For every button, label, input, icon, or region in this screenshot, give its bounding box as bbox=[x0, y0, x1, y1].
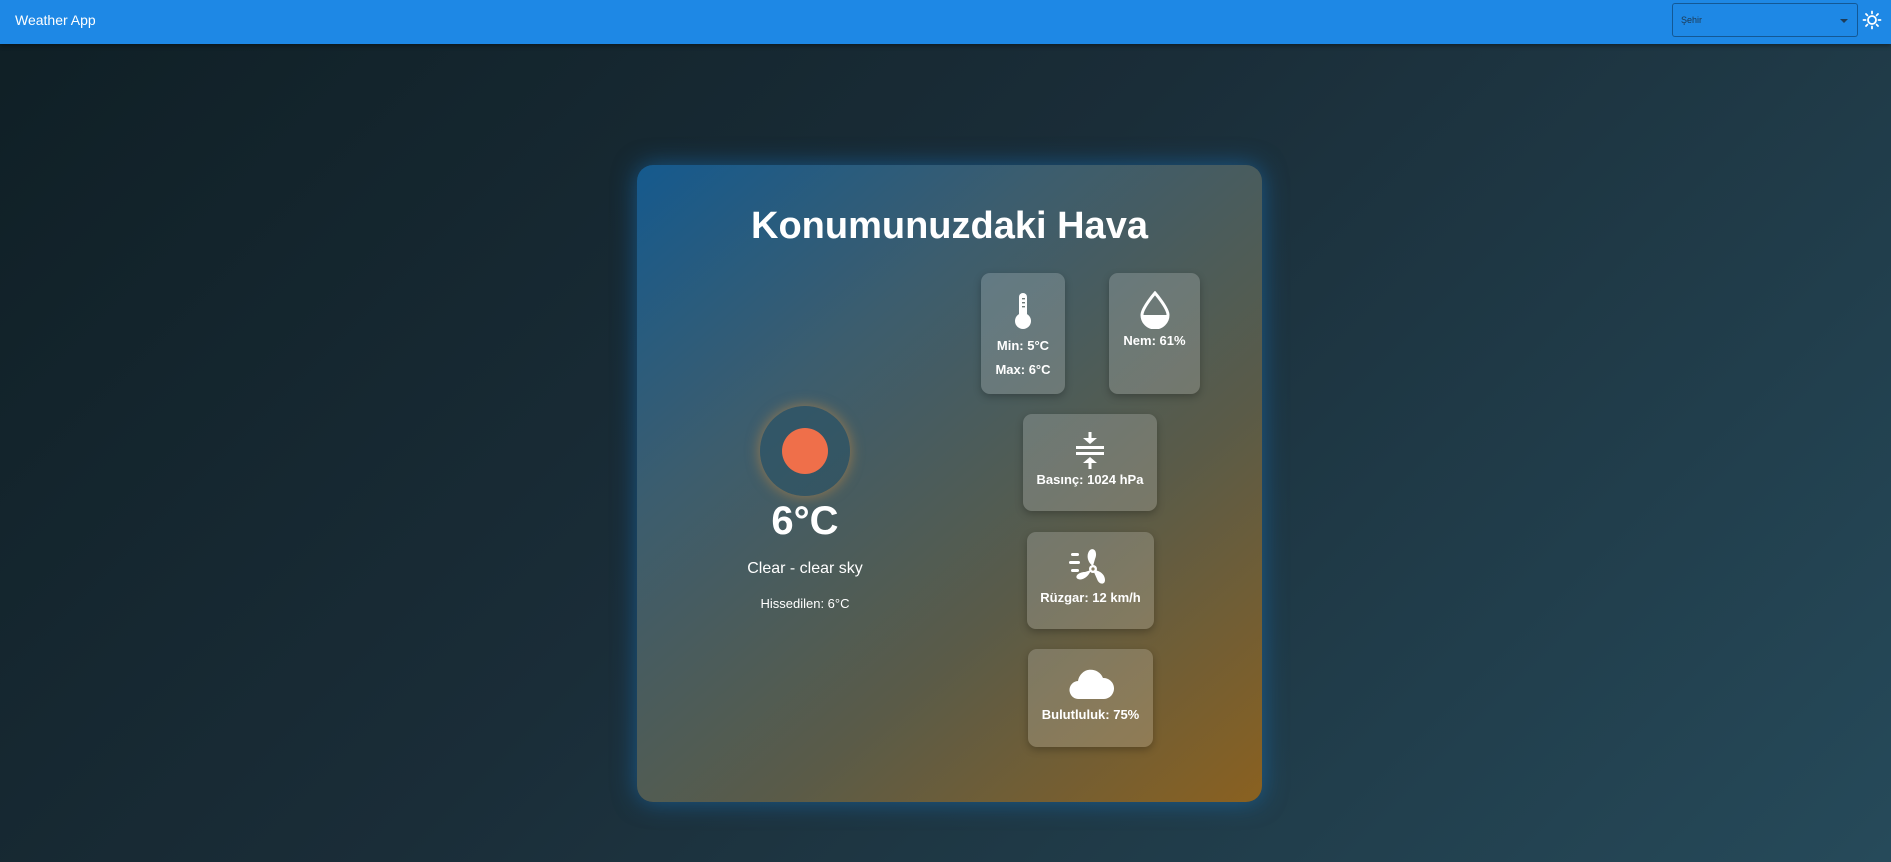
droplet-icon bbox=[1139, 291, 1170, 329]
weather-description: Clear - clear sky bbox=[747, 560, 863, 577]
min-temperature: Min: 5°C bbox=[996, 338, 1050, 353]
max-temperature: Max: 6°C bbox=[995, 362, 1051, 377]
clear-sky-sun-icon bbox=[782, 428, 828, 474]
feels-like-temperature: Hissedilen: 6°C bbox=[760, 596, 850, 611]
thermometer-icon bbox=[1015, 293, 1031, 329]
city-select[interactable]: Şehir bbox=[1672, 3, 1858, 37]
pressure-tile: Basınç: 1024 hPa bbox=[1023, 414, 1157, 511]
wind-tile: Rüzgar: 12 km/h bbox=[1027, 532, 1154, 629]
wind-value: Rüzgar: 12 km/h bbox=[1040, 590, 1141, 605]
temperature-range-tile: Min: 5°C Max: 6°C bbox=[981, 273, 1065, 394]
pressure-value: Basınç: 1024 hPa bbox=[1036, 472, 1144, 487]
cloud-icon bbox=[1069, 669, 1114, 700]
humidity-tile: Nem: 61% bbox=[1109, 273, 1200, 394]
sun-icon bbox=[1862, 10, 1882, 30]
theme-toggle-button[interactable] bbox=[1862, 10, 1882, 30]
weather-card: Konumunuzdaki Hava 6°C Clear - clear sky… bbox=[637, 165, 1262, 802]
city-select-placeholder: Şehir bbox=[1681, 15, 1703, 25]
weather-card-title: Konumunuzdaki Hava bbox=[751, 205, 1148, 247]
cloudiness-tile: Bulutluluk: 75% bbox=[1028, 649, 1153, 747]
app-title: Weather App bbox=[15, 12, 96, 28]
compress-arrows-icon bbox=[1076, 432, 1104, 469]
app-bar: Weather App Şehir bbox=[0, 0, 1891, 44]
weather-condition-badge bbox=[760, 406, 850, 496]
cloudiness-value: Bulutluluk: 75% bbox=[1041, 707, 1140, 722]
wind-fan-icon bbox=[1068, 549, 1105, 584]
chevron-down-icon bbox=[1840, 19, 1848, 23]
current-temperature: 6°C bbox=[771, 499, 839, 543]
humidity-value: Nem: 61% bbox=[1123, 333, 1186, 348]
